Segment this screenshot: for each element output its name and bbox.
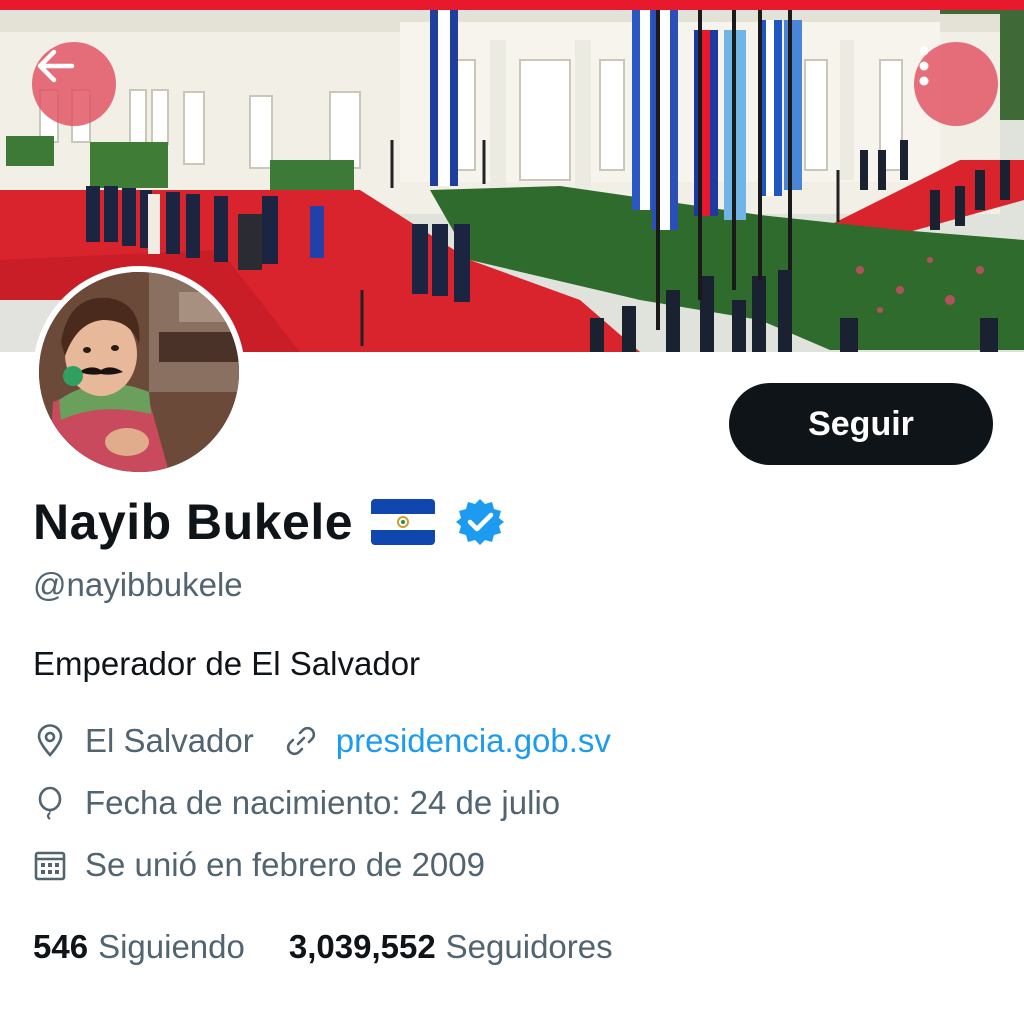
verified-badge-icon[interactable] [455,497,505,547]
location-text: El Salvador [85,722,254,759]
follow-button[interactable]: Seguir [729,383,993,465]
display-name: Nayib Bukele [33,494,354,550]
meta-location-website: El Salvador presidencia.gob.sv [33,722,611,760]
calendar-icon [33,848,67,882]
avatar-photo [39,272,239,472]
avatar[interactable] [33,266,245,478]
birthday-text: Fecha de nacimiento: 24 de julio [85,784,561,821]
joined-text: Se unió en febrero de 2009 [85,846,485,883]
website-link[interactable]: presidencia.gob.sv [336,722,611,760]
name-row: Nayib Bukele [33,490,505,554]
followers-count: 3,039,552 [288,928,436,965]
meta-birthday: Fecha de nacimiento: 24 de julio [33,784,560,822]
following-count: 546 [33,928,89,965]
handle: @nayibbukele [33,566,243,603]
following-stat[interactable]: 546 Siguiendo [33,928,245,966]
followers-label: Seguidores [445,928,613,965]
followers-stat[interactable]: 3,039,552 Seguidores [289,928,613,966]
location-pin-icon [33,724,67,758]
meta-joined: Se unió en febrero de 2009 [33,846,485,884]
link-icon [284,724,318,758]
arrow-left-icon [37,49,75,83]
balloon-icon [33,786,67,820]
following-label: Siguiendo [98,928,245,965]
el-salvador-flag-icon [371,499,436,545]
more-options-button[interactable] [914,42,998,126]
more-vertical-icon [919,46,929,86]
bio: Emperador de El Salvador [33,645,421,682]
follow-stats: 546 Siguiendo 3,039,552 Seguidores [33,928,613,966]
back-button[interactable] [32,42,116,126]
